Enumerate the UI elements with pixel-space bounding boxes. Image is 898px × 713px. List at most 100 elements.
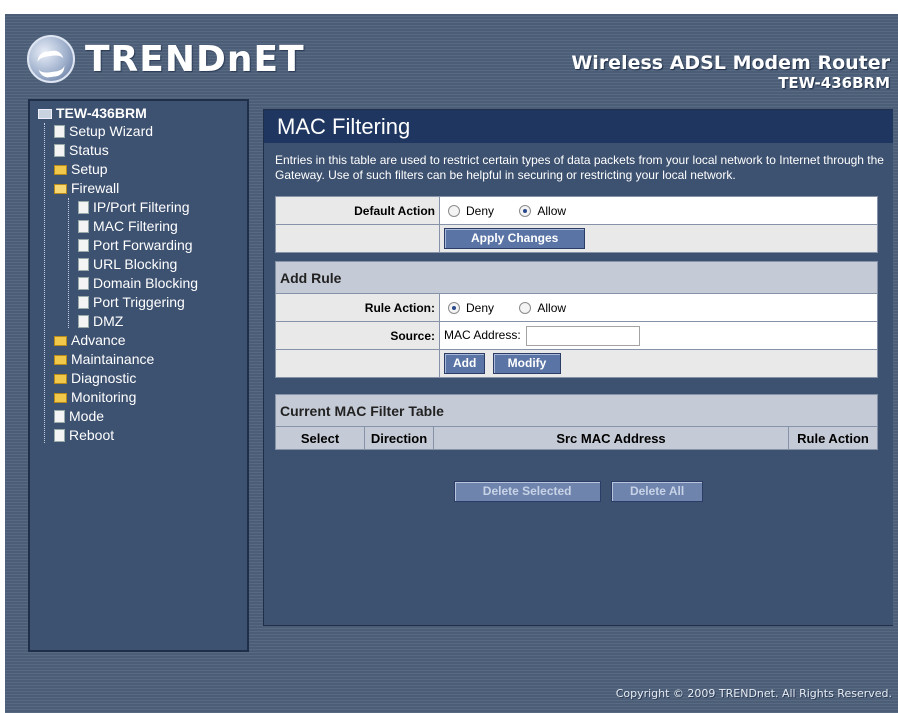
delete-all-button[interactable]: Delete All: [610, 481, 704, 502]
delete-buttons: Delete Selected Delete All: [264, 481, 893, 502]
add-button[interactable]: Add: [444, 353, 486, 374]
sidebar-item-ip-port-filtering[interactable]: IP/Port Filtering: [78, 198, 189, 217]
sidebar-item-label: Monitoring: [71, 389, 137, 405]
col-direction: Direction: [364, 426, 434, 450]
add-modify-cell: Add Modify: [439, 349, 878, 378]
sidebar-item-label: Domain Blocking: [93, 275, 199, 291]
empty-cell: [275, 349, 440, 378]
col-select: Select: [275, 426, 365, 450]
doc-icon: [54, 144, 65, 157]
product-name: Wireless ADSL Modem Router: [571, 52, 890, 74]
sidebar-item-port-forwarding[interactable]: Port Forwarding: [78, 236, 193, 255]
sidebar-item-dmz[interactable]: DMZ: [78, 312, 123, 331]
default-action-form: Default Action Deny Allow Apply Changes: [275, 196, 878, 253]
sidebar-item-firewall[interactable]: Firewall: [54, 179, 119, 198]
default-action-label: Default Action: [275, 196, 440, 225]
default-deny-label: Deny: [466, 203, 495, 218]
product-model: TEW-436BRM: [778, 74, 890, 92]
rule-action-options: Deny Allow: [439, 293, 878, 322]
folder-open-icon: [54, 183, 67, 194]
sidebar-item-mode[interactable]: Mode: [54, 407, 104, 426]
doc-icon: [54, 125, 65, 138]
col-src-mac: Src MAC Address: [433, 426, 789, 450]
main-panel: MAC Filtering Entries in this table are …: [263, 109, 893, 626]
doc-icon: [54, 410, 65, 423]
rule-deny-label: Deny: [466, 300, 495, 315]
source-label: Source:: [275, 321, 440, 350]
product-title: Wireless ADSL Modem Router TEW-436BRM: [571, 52, 890, 92]
doc-icon: [78, 277, 89, 290]
page-title: MAC Filtering: [264, 110, 893, 143]
header: TRENDnET Wireless ADSL Modem Router TEW-…: [5, 14, 898, 102]
folder-icon: [54, 354, 67, 365]
sidebar-item-monitoring[interactable]: Monitoring: [54, 388, 136, 407]
rule-allow-label: Allow: [537, 300, 567, 315]
page-description: Entries in this table are used to restri…: [275, 153, 884, 182]
folder-icon: [54, 164, 67, 175]
default-allow-label: Allow: [537, 203, 567, 218]
copyright: Copyright © 2009 TRENDnet. All Rights Re…: [615, 687, 892, 700]
doc-icon: [54, 429, 65, 442]
sidebar-item-label: Port Forwarding: [93, 237, 193, 253]
sidebar-item-label: Setup Wizard: [69, 123, 154, 139]
folder-icon: [54, 373, 67, 384]
sidebar-item-label: Diagnostic: [71, 370, 137, 386]
empty-cell: [275, 224, 440, 253]
sidebar-item-label: Setup: [71, 161, 108, 177]
sidebar-item-reboot[interactable]: Reboot: [54, 426, 114, 445]
doc-icon: [78, 258, 89, 271]
router-icon: [38, 108, 52, 119]
doc-icon: [78, 201, 89, 214]
sidebar-nav: TEW-436BRM Setup Wizard Status Setup Fir…: [28, 99, 249, 652]
sidebar-item-setup[interactable]: Setup: [54, 160, 108, 179]
sidebar-item-maintainance[interactable]: Maintainance: [54, 350, 154, 369]
delete-selected-button[interactable]: Delete Selected: [453, 481, 601, 502]
doc-icon: [78, 239, 89, 252]
folder-icon: [54, 335, 67, 346]
nav-root-label: TEW-436BRM: [56, 105, 147, 121]
doc-icon: [78, 315, 89, 328]
sidebar-item-domain-blocking[interactable]: Domain Blocking: [78, 274, 198, 293]
sidebar-item-label: Mode: [69, 408, 105, 424]
mac-address-input[interactable]: [526, 325, 641, 346]
folder-icon: [54, 392, 67, 403]
apply-changes-button[interactable]: Apply Changes: [444, 228, 586, 249]
default-action-options: Deny Allow: [439, 196, 878, 225]
mac-filter-table-header: Current MAC Filter Table: [275, 394, 878, 427]
sidebar-item-label: Firewall: [71, 180, 120, 196]
tree-line: [68, 198, 69, 328]
nav-root[interactable]: TEW-436BRM: [38, 104, 147, 123]
sidebar-item-label: URL Blocking: [93, 256, 178, 272]
sidebar-item-url-blocking[interactable]: URL Blocking: [78, 255, 177, 274]
trendnet-logo-icon: [27, 35, 75, 83]
sidebar-item-status[interactable]: Status: [54, 141, 109, 160]
tree-line: [44, 123, 45, 443]
rule-deny-radio[interactable]: [448, 302, 460, 315]
add-rule-form: Add Rule Rule Action: Deny Allow Source:…: [275, 261, 878, 378]
col-rule-action: Rule Action: [788, 426, 878, 450]
default-deny-radio[interactable]: [448, 205, 460, 218]
sidebar-item-diagnostic[interactable]: Diagnostic: [54, 369, 136, 388]
sidebar-item-advance[interactable]: Advance: [54, 331, 125, 350]
sidebar-item-setup-wizard[interactable]: Setup Wizard: [54, 122, 153, 141]
trendnet-logo[interactable]: TRENDnET: [27, 34, 305, 84]
mac-filter-table: Current MAC Filter Table Select Directio…: [275, 394, 878, 450]
doc-icon: [78, 296, 89, 309]
rule-allow-radio[interactable]: [519, 302, 532, 315]
source-cell: MAC Address:: [439, 321, 878, 350]
sidebar-item-mac-filtering[interactable]: MAC Filtering: [78, 217, 178, 236]
sidebar-item-label: DMZ: [93, 313, 124, 329]
sidebar-item-label: Reboot: [69, 427, 115, 443]
default-allow-radio[interactable]: [519, 205, 532, 218]
doc-icon: [78, 220, 89, 233]
sidebar-item-label: Advance: [71, 332, 126, 348]
logo-text: TRENDnET: [85, 38, 305, 80]
modify-button[interactable]: Modify: [492, 353, 562, 374]
sidebar-item-label: Port Triggering: [93, 294, 185, 310]
sidebar-item-label: IP/Port Filtering: [93, 199, 190, 215]
sidebar-item-label: Maintainance: [71, 351, 155, 367]
apply-cell: Apply Changes: [439, 224, 878, 253]
sidebar-item-label: MAC Filtering: [93, 218, 178, 234]
add-rule-header: Add Rule: [275, 261, 878, 294]
sidebar-item-port-triggering[interactable]: Port Triggering: [78, 293, 185, 312]
